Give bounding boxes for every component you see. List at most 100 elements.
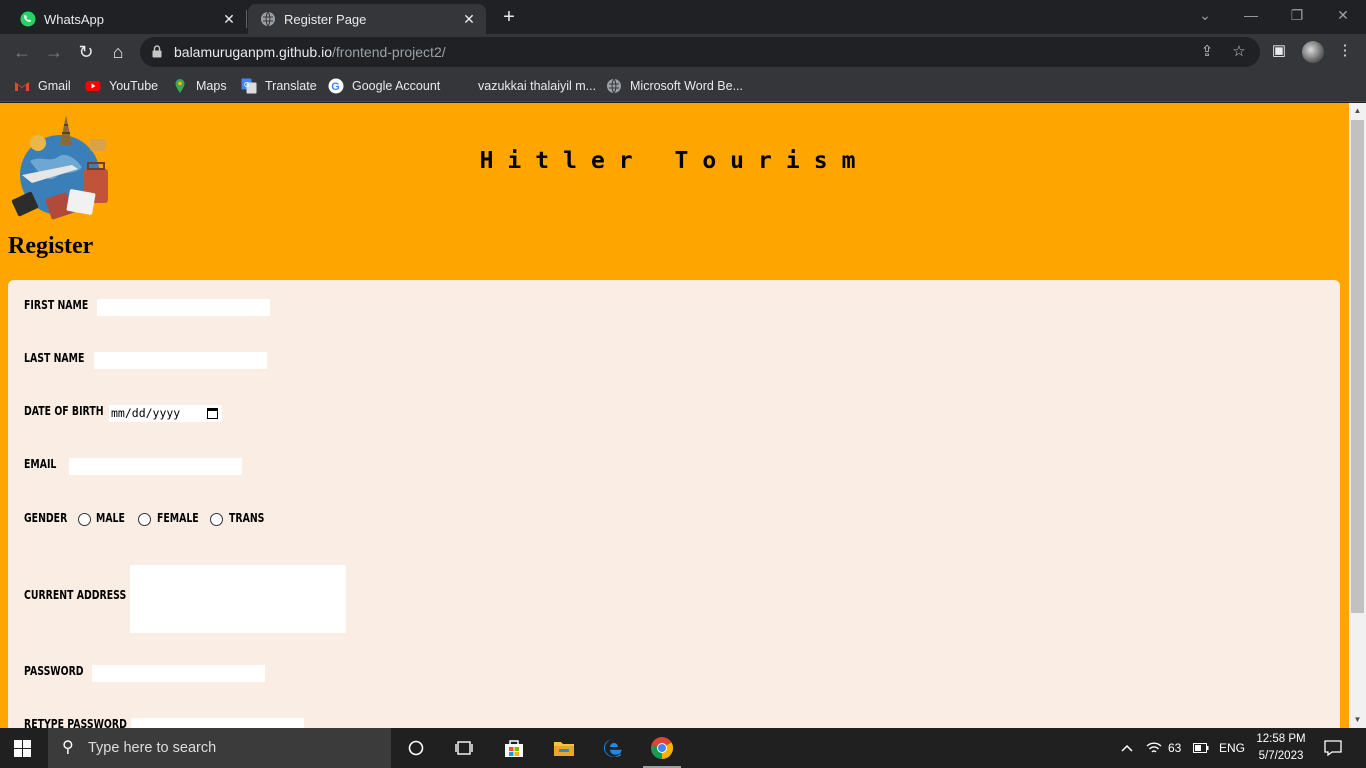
- page-scrollbar[interactable]: ▲ ▼: [1349, 103, 1366, 728]
- svg-text:G: G: [244, 82, 249, 89]
- bookmark-label: vazukkai thalaiyil m...: [478, 79, 597, 93]
- current-address-label: CURRENT ADDRESS: [24, 588, 127, 602]
- side-panel-icon[interactable]: ▣: [1268, 40, 1290, 62]
- clock-time: 12:58 PM: [1256, 733, 1306, 745]
- task-view-icon[interactable]: [441, 728, 487, 768]
- close-window-button[interactable]: ✕: [1320, 0, 1366, 30]
- search-placeholder: Type here to search: [88, 740, 217, 756]
- wifi-icon[interactable]: [1146, 728, 1162, 768]
- svg-text:G: G: [331, 81, 340, 93]
- google-icon: G: [328, 78, 344, 94]
- system-clock[interactable]: 12:58 PM 5/7/2023: [1250, 731, 1312, 765]
- battery-icon[interactable]: [1193, 728, 1209, 768]
- forward-arrow-icon[interactable]: →: [40, 38, 68, 66]
- battery-percent: 63: [1168, 741, 1182, 755]
- youtube-icon: [85, 81, 101, 91]
- tab-separator: [246, 10, 247, 28]
- globe-icon: [607, 78, 621, 94]
- close-tab-icon[interactable]: ✕: [220, 10, 238, 28]
- share-icon[interactable]: ⇪: [1198, 43, 1216, 61]
- current-address-textarea[interactable]: [130, 565, 346, 633]
- bookmark-label: Google Account: [352, 79, 441, 93]
- language-indicator[interactable]: ENG: [1219, 728, 1245, 768]
- url-path: /frontend-project2/: [332, 44, 446, 60]
- gender-radio-trans[interactable]: [210, 513, 223, 526]
- bookmark-label: Maps: [196, 79, 227, 93]
- scroll-up-arrow-icon[interactable]: ▲: [1349, 103, 1366, 119]
- browser-tab-strip: WhatsApp ✕ Register Page ✕ + ⌄ — ❐ ✕: [0, 0, 1366, 34]
- last-name-input[interactable]: [94, 352, 267, 369]
- tab-search-chevron-icon[interactable]: ⌄: [1182, 0, 1228, 30]
- calendar-icon[interactable]: [207, 408, 218, 419]
- profile-avatar[interactable]: [1302, 41, 1324, 63]
- page-heading: Register: [8, 233, 94, 259]
- microsoft-store-icon[interactable]: [491, 728, 537, 768]
- bookmark-label: Translate: [265, 79, 317, 93]
- password-label: PASSWORD: [24, 664, 84, 678]
- scroll-down-arrow-icon[interactable]: ▼: [1349, 712, 1366, 728]
- file-explorer-icon[interactable]: [541, 728, 587, 768]
- bookmark-translate[interactable]: G Translate: [241, 76, 317, 96]
- bookmark-label: YouTube: [109, 79, 159, 93]
- gender-radio-male[interactable]: [78, 513, 91, 526]
- bookmark-star-icon[interactable]: ☆: [1230, 43, 1248, 61]
- url-text: balamuruganpm.github.io/frontend-project…: [174, 44, 446, 60]
- dob-label: DATE OF BIRTH: [24, 404, 104, 418]
- new-tab-button[interactable]: +: [498, 6, 520, 28]
- windows-taskbar: ⚲ Type here to search 63 ENG 12:58 PM 5/…: [0, 728, 1366, 768]
- retype-password-label: RETYPE PASSWORD: [24, 717, 127, 728]
- cortana-icon[interactable]: [393, 728, 439, 768]
- first-name-label: FIRST NAME: [24, 298, 89, 312]
- gmail-icon: [15, 82, 29, 91]
- chrome-icon[interactable]: [639, 728, 685, 768]
- tab-label: Register Page: [284, 11, 367, 27]
- bookmark-microsoft-word[interactable]: Microsoft Word Be...: [606, 76, 743, 96]
- gender-option-female: FEMALE: [157, 511, 199, 525]
- notification-center-icon[interactable]: [1324, 728, 1342, 768]
- whatsapp-icon: [20, 11, 36, 27]
- tab-register-page[interactable]: Register Page ✕: [248, 4, 486, 34]
- gender-option-male: MALE: [96, 511, 125, 525]
- dob-date-input[interactable]: mm/dd/yyyy: [109, 405, 222, 422]
- translate-icon: G: [241, 78, 257, 94]
- taskbar-search-box[interactable]: ⚲ Type here to search: [48, 728, 391, 768]
- globe-icon: [261, 11, 275, 27]
- maps-icon: [175, 79, 185, 93]
- reload-icon[interactable]: ↻: [72, 38, 100, 66]
- tab-label: WhatsApp: [44, 11, 104, 27]
- bookmark-gmail[interactable]: Gmail: [14, 76, 71, 96]
- gender-option-trans: TRANS: [229, 511, 265, 525]
- windows-start-icon[interactable]: [14, 740, 32, 758]
- home-icon[interactable]: ⌂: [104, 38, 132, 66]
- address-bar[interactable]: balamuruganpm.github.io/frontend-project…: [140, 37, 1260, 67]
- clock-date: 5/7/2023: [1258, 750, 1304, 762]
- show-hidden-icons-chevron-icon[interactable]: [1120, 728, 1134, 768]
- back-arrow-icon[interactable]: ←: [8, 38, 36, 66]
- email-input[interactable]: [69, 458, 242, 475]
- gender-radio-female[interactable]: [138, 513, 151, 526]
- close-tab-icon[interactable]: ✕: [460, 10, 478, 28]
- page-viewport: Hitler Tourism Register FIRST NAME LAST …: [0, 103, 1349, 728]
- restore-button[interactable]: ❐: [1274, 0, 1320, 30]
- bookmark-youtube[interactable]: YouTube: [85, 76, 158, 96]
- edge-icon[interactable]: [590, 728, 636, 768]
- last-name-label: LAST NAME: [24, 351, 85, 365]
- password-input[interactable]: [92, 665, 265, 682]
- menu-kebab-icon[interactable]: ⋮: [1334, 40, 1356, 62]
- tab-whatsapp[interactable]: WhatsApp ✕: [8, 4, 246, 34]
- bookmark-google-account[interactable]: G Google Account: [328, 76, 440, 96]
- bookmark-label: Microsoft Word Be...: [630, 79, 743, 93]
- browser-toolbar: ← → ↻ ⌂ balamuruganpm.github.io/frontend…: [0, 34, 1366, 70]
- bookmark-maps[interactable]: Maps: [172, 76, 227, 96]
- bookmark-label: Gmail: [38, 79, 71, 93]
- retype-password-input[interactable]: [131, 718, 304, 728]
- dob-placeholder: mm/dd/yyyy: [111, 406, 181, 420]
- scroll-thumb[interactable]: [1351, 120, 1364, 613]
- minimize-button[interactable]: —: [1228, 0, 1274, 30]
- register-form: FIRST NAME LAST NAME DATE OF BIRTH mm/dd…: [8, 280, 1340, 728]
- bookmark-vazukkai[interactable]: vazukkai thalaiyil m...: [478, 76, 596, 96]
- first-name-input[interactable]: [97, 299, 270, 316]
- gender-label: GENDER: [24, 511, 68, 525]
- bookmarks-bar: Gmail YouTube Maps G Translate G Google …: [0, 70, 1366, 102]
- site-title: Hitler Tourism: [479, 148, 870, 174]
